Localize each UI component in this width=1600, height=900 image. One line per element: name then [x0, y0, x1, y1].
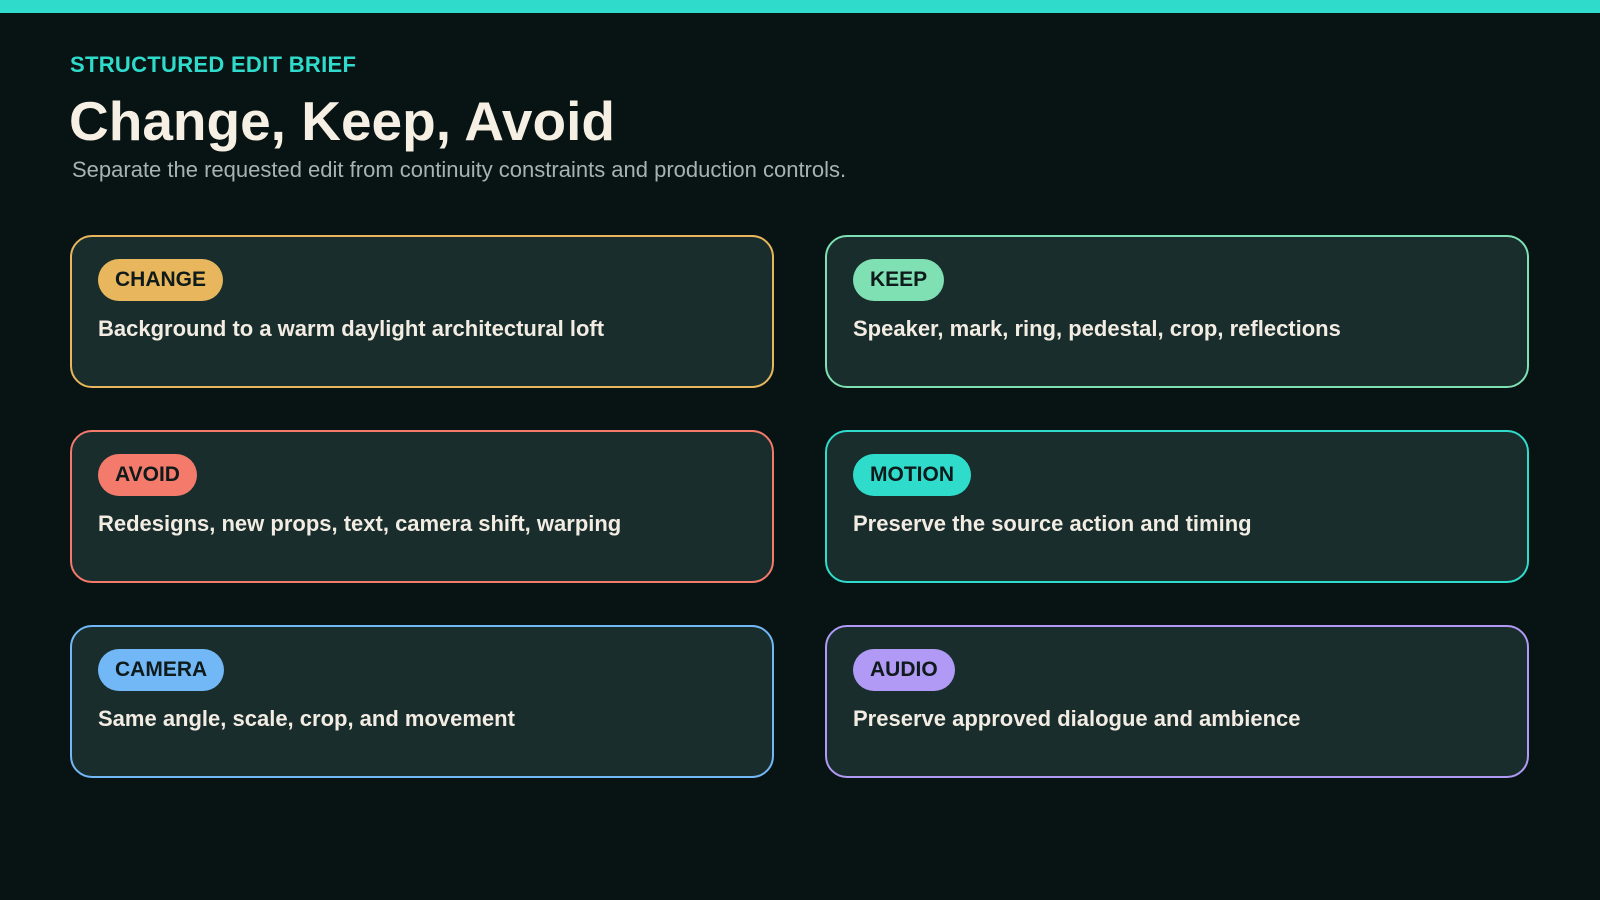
badge-camera: CAMERA	[98, 649, 225, 691]
badge-keep: KEEP	[853, 259, 945, 301]
card-camera-text: Same angle, scale, crop, and movement	[98, 706, 515, 731]
badge-change: CHANGE	[98, 259, 224, 301]
card-audio: AUDIO Preserve approved dialogue and amb…	[825, 625, 1529, 778]
card-change-text: Background to a warm daylight architectu…	[98, 316, 605, 341]
card-keep-text: Speaker, mark, ring, pedestal, crop, ref…	[853, 316, 1341, 341]
card-camera: CAMERA Same angle, scale, crop, and move…	[70, 625, 774, 778]
card-keep: KEEP Speaker, mark, ring, pedestal, crop…	[825, 235, 1529, 388]
card-avoid-text: Redesigns, new props, text, camera shift…	[98, 511, 622, 536]
badge-motion: MOTION	[853, 454, 971, 496]
badge-audio: AUDIO	[853, 649, 955, 691]
page-subtitle: Separate the requested edit from continu…	[72, 157, 847, 182]
eyebrow-label: STRUCTURED EDIT BRIEF	[70, 52, 357, 77]
card-motion: MOTION Preserve the source action and ti…	[825, 430, 1529, 583]
top-accent-bar	[0, 0, 1600, 13]
card-change: CHANGE Background to a warm daylight arc…	[70, 235, 774, 388]
badge-avoid: AVOID	[98, 454, 197, 496]
card-motion-text: Preserve the source action and timing	[853, 511, 1252, 536]
card-avoid: AVOID Redesigns, new props, text, camera…	[70, 430, 774, 583]
card-audio-text: Preserve approved dialogue and ambience	[853, 706, 1301, 731]
page-title: Change, Keep, Avoid	[69, 90, 615, 152]
